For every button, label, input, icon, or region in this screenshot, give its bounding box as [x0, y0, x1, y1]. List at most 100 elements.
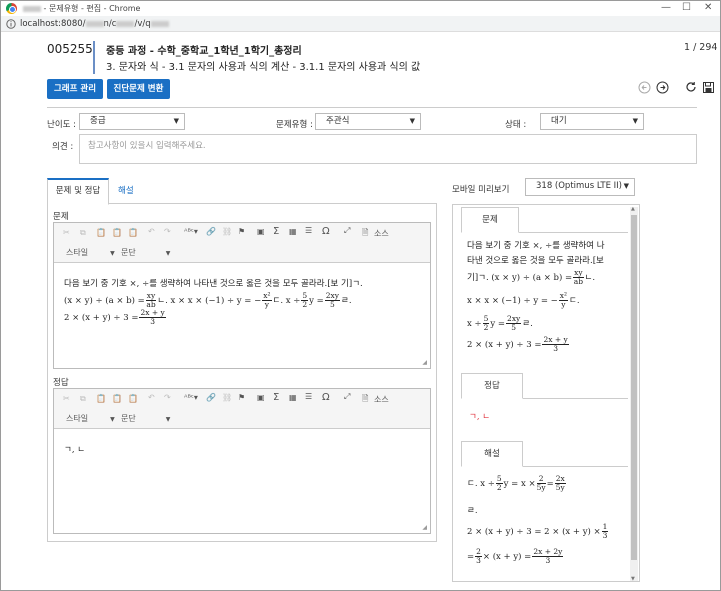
- difficulty-select[interactable]: 중급 ▼: [79, 113, 185, 130]
- anchor-flag-icon[interactable]: ⚑: [238, 393, 245, 402]
- title-bar: - 문제유형 - 편집 - Chrome — ☐ ✕: [1, 1, 720, 16]
- difficulty-value: 중급: [90, 116, 106, 126]
- source-doc-icon[interactable]: 🗎: [362, 227, 368, 241]
- mobile-tab-explanation[interactable]: 해설: [461, 441, 523, 467]
- formula-sigma-icon[interactable]: Σ: [273, 392, 279, 403]
- copy-icon[interactable]: ⧉: [80, 394, 86, 404]
- close-window-button[interactable]: ✕: [704, 2, 712, 13]
- chevron-down-icon: ▼: [623, 182, 629, 190]
- style-dropdown[interactable]: 스타일 ▼: [66, 247, 115, 258]
- formula-sigma-icon[interactable]: Σ: [273, 226, 279, 237]
- paste-word-icon[interactable]: 📋: [128, 228, 138, 237]
- cut-icon[interactable]: ✂: [63, 394, 70, 403]
- answer-editor[interactable]: ✂ ⧉ 📋 📋 📋 ↶ ↷ ᴬᴮᶜ▾ 🔗 ⛓ ⚑ ▣ Σ ▦ ☰ Ω ⤢ 🗎 소…: [53, 388, 431, 534]
- problem-line-3: 2 × (x + y) ÷ 3 = 2x + y3: [64, 308, 166, 326]
- horizontal-rule-icon[interactable]: ☰: [305, 392, 312, 401]
- chevron-down-icon: ▼: [165, 416, 171, 423]
- unlink-icon[interactable]: ⛓: [222, 393, 232, 402]
- page-counter: 1 / 294: [684, 42, 718, 53]
- undo-icon[interactable]: ↶: [148, 227, 155, 236]
- paste-icon[interactable]: 📋: [96, 228, 106, 237]
- copy-icon[interactable]: ⧉: [80, 228, 86, 238]
- link-icon[interactable]: 🔗: [206, 227, 216, 236]
- unlink-icon[interactable]: ⛓: [222, 227, 232, 236]
- address-bar[interactable]: localhost:8080/n/c/v/q: [1, 16, 720, 32]
- cut-icon[interactable]: ✂: [63, 228, 70, 237]
- spellcheck-icon[interactable]: ᴬᴮᶜ▾: [184, 393, 198, 402]
- undo-icon[interactable]: ↶: [148, 393, 155, 402]
- source-button[interactable]: 소스: [374, 394, 389, 405]
- chevron-down-icon: ▼: [110, 250, 115, 257]
- omega-special-char-icon[interactable]: Ω: [322, 226, 330, 237]
- next-circle-icon[interactable]: [656, 81, 669, 94]
- horizontal-rule-icon[interactable]: ☰: [305, 226, 312, 235]
- refresh-icon[interactable]: [685, 81, 697, 93]
- mobile-problem-content: 다음 보기 중 기호 ×, ÷를 생략하여 나 타낸 것으로 옳은 것을 모두 …: [467, 241, 605, 353]
- answer-label: 정답: [53, 378, 69, 388]
- paste-word-icon[interactable]: 📋: [128, 394, 138, 403]
- save-icon[interactable]: [703, 82, 714, 93]
- maximize-button[interactable]: ☐: [682, 2, 691, 13]
- resize-grip-icon[interactable]: ◢: [422, 524, 427, 531]
- redo-icon[interactable]: ↷: [164, 227, 171, 236]
- link-icon[interactable]: 🔗: [206, 393, 216, 402]
- window-title: - 문제유형 - 편집 - Chrome: [43, 4, 141, 13]
- problem-line-2: (x × y) ÷ (a × b) = xy ab ㄴ. x × x × (−1) ÷…: [64, 291, 352, 309]
- paste-text-icon[interactable]: 📋: [112, 394, 122, 403]
- problem-content[interactable]: 다음 보기 중 기호 ×, ÷를 생략하여 나타낸 것으로 옳은 것을 모두 골…: [64, 277, 426, 326]
- url-tail: n/c: [103, 19, 117, 29]
- paragraph-dropdown[interactable]: 문단 ▼: [121, 247, 170, 258]
- anchor-flag-icon[interactable]: ⚑: [238, 227, 245, 236]
- opinion-label: 의견 :: [52, 142, 74, 152]
- source-button[interactable]: 소스: [374, 228, 389, 239]
- chevron-down-icon: ▼: [165, 250, 171, 257]
- device-select[interactable]: 318 (Optimus LTE II) ▼: [525, 178, 635, 196]
- info-icon[interactable]: [6, 19, 16, 29]
- scrollbar-thumb[interactable]: [631, 215, 637, 560]
- type-select[interactable]: 주관식 ▼: [315, 113, 421, 130]
- status-label: 상태 :: [505, 120, 527, 130]
- scroll-down-icon[interactable]: ▼: [631, 576, 635, 581]
- image-icon[interactable]: ▣: [257, 227, 265, 236]
- status-select[interactable]: 대기 ▼: [540, 113, 644, 130]
- maximize-icon[interactable]: ⤢: [344, 392, 350, 402]
- paragraph-dropdown[interactable]: 문단 ▼: [121, 413, 170, 424]
- type-label: 문제유형 :: [276, 120, 313, 130]
- chevron-down-icon: ▼: [110, 416, 115, 423]
- type-value: 주관식: [326, 116, 350, 126]
- spellcheck-icon[interactable]: ᴬᴮᶜ▾: [184, 227, 198, 236]
- prev-circle-icon[interactable]: [638, 81, 651, 94]
- image-icon[interactable]: ▣: [257, 393, 265, 402]
- style-dropdown-label: 스타일: [66, 414, 89, 423]
- answer-content[interactable]: ㄱ, ㄴ: [64, 443, 85, 458]
- paste-text-icon[interactable]: 📋: [112, 228, 122, 237]
- answer-editor-toolbar: ✂ ⧉ 📋 📋 📋 ↶ ↷ ᴬᴮᶜ▾ 🔗 ⛓ ⚑ ▣ Σ ▦ ☰ Ω ⤢ 🗎 소…: [54, 389, 430, 429]
- style-dropdown[interactable]: 스타일 ▼: [66, 413, 115, 424]
- tab-explanation[interactable]: 해설: [118, 184, 134, 196]
- table-icon[interactable]: ▦: [289, 393, 297, 402]
- opinion-textarea[interactable]: 참고사항이 있을시 입력해주세요.: [79, 134, 697, 164]
- header-separator: [47, 107, 697, 108]
- redo-icon[interactable]: ↷: [164, 393, 171, 402]
- scroll-up-icon[interactable]: ▲: [631, 206, 635, 212]
- minimize-button[interactable]: —: [661, 2, 671, 13]
- maximize-icon[interactable]: ⤢: [344, 226, 350, 236]
- paragraph-dropdown-label: 문단: [121, 414, 136, 423]
- mobile-scrollbar[interactable]: ▲ ▼: [630, 206, 638, 581]
- mobile-tab-answer[interactable]: 정답: [461, 373, 523, 399]
- problem-editor[interactable]: ✂ ⧉ 📋 📋 📋 ↶ ↷ ᴬᴮᶜ▾ 🔗 ⛓ ⚑ ▣ Σ ▦ ☰ Ω ⤢ 🗎 소…: [53, 222, 431, 369]
- diagnostic-convert-button[interactable]: 진단문제 변환: [107, 79, 170, 99]
- omega-special-char-icon[interactable]: Ω: [322, 392, 330, 403]
- paste-icon[interactable]: 📋: [96, 394, 106, 403]
- mobile-tab-problem[interactable]: 문제: [461, 207, 519, 233]
- resize-grip-icon[interactable]: ◢: [422, 359, 427, 366]
- graph-manage-button[interactable]: 그래프 관리: [47, 79, 103, 99]
- difficulty-label: 난이도 :: [47, 120, 77, 130]
- mobile-explanation-content: ㄷ. x ÷ 5 2 y = x × 2 5y = 2x 5y ㄹ. 2 × (x + y) ÷…: [467, 474, 609, 565]
- tab-problem-answer[interactable]: 문제 및 정답: [47, 178, 109, 205]
- table-icon[interactable]: ▦: [289, 227, 297, 236]
- chrome-logo-icon: [6, 3, 17, 14]
- mobile-preview-label: 모바일 미리보기: [452, 185, 510, 195]
- source-doc-icon[interactable]: 🗎: [362, 393, 368, 407]
- device-value: 318 (Optimus LTE II): [536, 181, 622, 191]
